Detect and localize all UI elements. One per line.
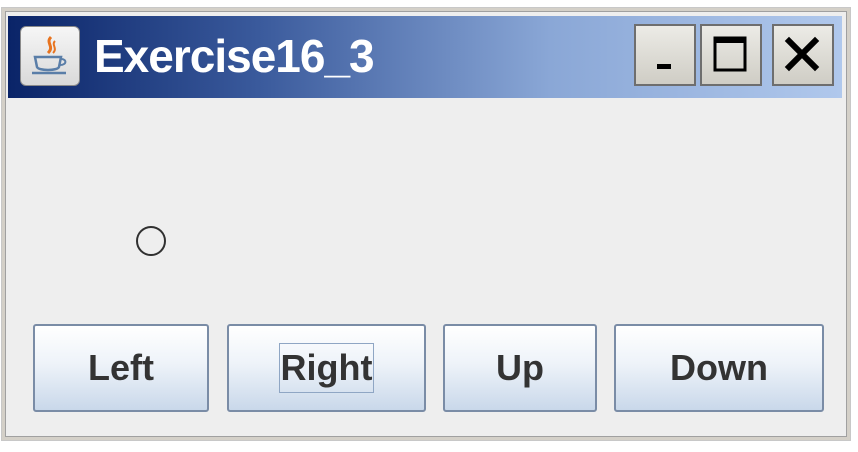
window-title: Exercise16_3 bbox=[94, 30, 375, 82]
up-button[interactable]: Up bbox=[443, 324, 597, 412]
right-button-label: Right bbox=[278, 343, 375, 393]
maximize-button[interactable] bbox=[700, 24, 762, 86]
minimize-icon bbox=[657, 64, 671, 69]
maximize-icon bbox=[713, 36, 747, 72]
java-coffee-icon[interactable] bbox=[20, 26, 80, 86]
left-button[interactable]: Left bbox=[33, 324, 209, 412]
left-button-label: Left bbox=[88, 347, 154, 388]
close-button[interactable] bbox=[772, 24, 834, 86]
right-button[interactable]: Right bbox=[227, 324, 426, 412]
down-button[interactable]: Down bbox=[614, 324, 824, 412]
title-bar[interactable]: Exercise16_3 bbox=[8, 16, 842, 98]
minimize-button[interactable] bbox=[634, 24, 696, 86]
close-icon bbox=[784, 36, 820, 72]
canvas-panel: Left Right Up Down bbox=[8, 98, 842, 430]
ball-circle bbox=[136, 226, 166, 256]
up-button-label: Up bbox=[496, 347, 544, 388]
down-button-label: Down bbox=[670, 347, 768, 388]
